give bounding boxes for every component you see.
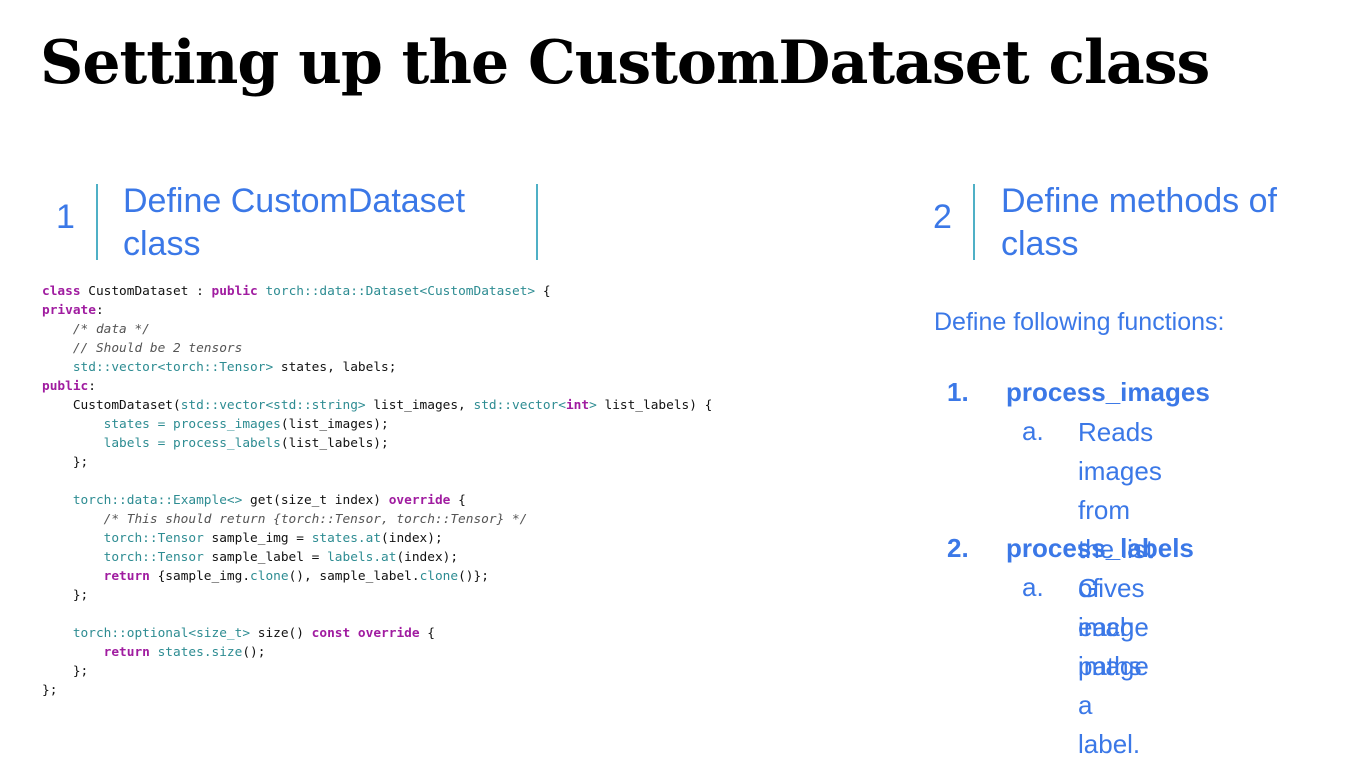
list-item-name: process_labels bbox=[1006, 533, 1194, 563]
code-line-18: return states.size(); bbox=[103, 645, 266, 660]
code-line-11: torch::data::Example<> get(size_t index)… bbox=[72, 493, 466, 508]
sublist-line: Gives each image bbox=[1078, 573, 1149, 681]
code-block: class CustomDataset : public torch::data… bbox=[42, 282, 712, 700]
list-item-number: 2. bbox=[947, 533, 969, 563]
code-line-12: /* This should return {torch::Tensor, to… bbox=[103, 512, 528, 527]
section-1-heading-line-2: class bbox=[123, 225, 201, 263]
code-line-5: std::vector<torch::Tensor> states, label… bbox=[72, 360, 397, 375]
list-item-name: process_images bbox=[1006, 377, 1210, 407]
code-line-13: torch::Tensor sample_img = states.at(ind… bbox=[103, 531, 443, 546]
sublist-item-letter: a. bbox=[1022, 572, 1044, 602]
list-item-number: 1. bbox=[947, 377, 969, 407]
code-line-9: labels = process_labels(list_labels); bbox=[103, 436, 389, 451]
section-2-heading-line-1: Define methods of bbox=[1001, 182, 1277, 220]
code-line-14: torch::Tensor sample_label = labels.at(i… bbox=[103, 550, 459, 565]
code-line-1: class CustomDataset : public torch::data… bbox=[42, 284, 551, 299]
section-2-heading-line-2: class bbox=[1001, 225, 1079, 263]
code-line-3: /* data */ bbox=[72, 322, 150, 337]
section-1-divider-left bbox=[96, 184, 98, 260]
sublist-item-text: Gives each image a label. bbox=[1078, 569, 1149, 764]
code-line-8: states = process_images(list_images); bbox=[103, 417, 389, 432]
section-2-divider bbox=[973, 184, 975, 260]
code-line-4: // Should be 2 tensors bbox=[72, 341, 243, 356]
code-line-10: }; bbox=[72, 455, 89, 470]
section-2-heading: Define methods of class bbox=[1001, 180, 1277, 266]
code-line-19: }; bbox=[72, 664, 89, 679]
section-1-number: 1 bbox=[56, 198, 75, 236]
page-title: Setting up the CustomDataset class bbox=[40, 28, 1210, 98]
code-line-16: }; bbox=[72, 588, 89, 603]
code-line-2: private: bbox=[42, 303, 104, 318]
code-line-6: public: bbox=[42, 379, 96, 394]
code-line-17: torch::optional<size_t> size() const ove… bbox=[72, 626, 435, 641]
section-1-divider-right bbox=[536, 184, 538, 260]
section-1-heading: Define CustomDataset class bbox=[123, 180, 465, 266]
section-1-heading-line-1: Define CustomDataset bbox=[123, 182, 466, 220]
section-2-number: 2 bbox=[933, 198, 952, 236]
sublist-item-letter: a. bbox=[1022, 416, 1044, 446]
functions-intro: Define following functions: bbox=[934, 308, 1225, 336]
code-line-15: return {sample_img.clone(), sample_label… bbox=[103, 569, 489, 584]
code-line-20: }; bbox=[42, 683, 58, 698]
code-line-7: CustomDataset(std::vector<std::string> l… bbox=[72, 398, 713, 413]
sublist-line: a label. bbox=[1078, 690, 1141, 759]
sublist-line: Reads images bbox=[1078, 417, 1162, 486]
